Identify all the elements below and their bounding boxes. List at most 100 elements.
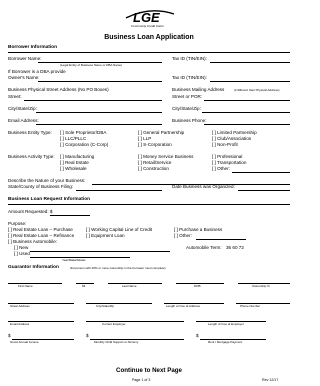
entity-option[interactable]: [ ] Non-Profit [212, 142, 238, 148]
purpose-option[interactable]: [ ] Real Estate Loan – Refinance [8, 233, 74, 239]
city-caption: City/State/Zip [96, 304, 115, 308]
page-number: Page 1 of 3 [132, 378, 151, 382]
city-state-zip-field[interactable] [36, 112, 162, 113]
purpose-option[interactable]: [ ] Real Estate Loan – Purchase [8, 227, 73, 233]
date-organized-field[interactable] [238, 190, 290, 191]
purpose-option[interactable]: [ ] Working Capital Line of Credit [86, 227, 152, 233]
auto-term-options[interactable]: 36 60 72 [226, 245, 244, 251]
entity-option[interactable]: [ ] S-Corporation [138, 142, 172, 148]
purpose-option[interactable]: [ ] Equipment Loan [86, 233, 125, 239]
amount-requested-label: Amount Requested: $ [8, 209, 53, 214]
lge-logo: LGE Community Credit Union [120, 8, 180, 30]
ownership-caption: Ownership % [252, 284, 270, 288]
first-name-field[interactable] [8, 283, 62, 284]
auto-used-option[interactable]: [ ] Used [14, 251, 30, 257]
mi-field[interactable] [76, 283, 94, 284]
divider [8, 52, 290, 53]
entity-option[interactable]: [ ] Sole Proprietor/DBA [60, 130, 106, 136]
mailing-city-state-zip-label: City/State/Zip: [172, 106, 201, 111]
street-field[interactable] [24, 100, 162, 101]
entity-option[interactable]: [ ] LLP [138, 136, 151, 142]
purpose-other-field[interactable] [196, 239, 246, 240]
logo-text: LGE [133, 10, 160, 25]
owners-name-label: Owner's Name: [8, 75, 40, 80]
tax-id-2-label: Tax ID (TIN/EIN): [172, 75, 207, 80]
rent-mortgage-caption: Rent / Mortgage Payment [208, 340, 243, 344]
mailing-address-label: Business Mailing Address [172, 87, 225, 92]
business-phone-field[interactable] [204, 124, 290, 125]
activity-type-label: Business Activity Type: [8, 154, 55, 159]
entity-option[interactable]: [ ] General Partnership [138, 130, 184, 136]
logo-tagline: Community Credit Union [131, 24, 164, 28]
guarantor-note: (list person with 20% or more ownership … [70, 266, 166, 270]
dollar-sign: $ [86, 333, 89, 338]
city-state-zip-label: City/State/Zip: [8, 106, 37, 111]
entity-type-label: Business Entity Type: [8, 130, 52, 135]
street-or-por-field[interactable] [204, 100, 290, 101]
section-borrower-header: Borrower Information [8, 45, 58, 50]
auto-term-label: Automobile Term: [186, 245, 222, 250]
borrower-name-label: Borrower Name: [8, 56, 42, 61]
first-name-caption: First Name [18, 284, 33, 288]
owners-name-field[interactable] [38, 81, 162, 82]
auto-new-field[interactable] [30, 251, 170, 252]
email-caption: Email Address [10, 322, 30, 326]
activity-option[interactable]: [ ] Other: [212, 166, 230, 172]
activity-option[interactable]: [ ] Wholesale [60, 166, 87, 172]
gross-income-caption: Gross Annual Income [10, 340, 39, 344]
email-field[interactable] [36, 124, 162, 125]
mi-caption: MI [82, 284, 86, 288]
mailing-note: (if different than Physical Address) [234, 88, 280, 92]
dob-caption: DOB [194, 284, 201, 288]
purpose-option[interactable]: [ ] Purchase a Business [174, 227, 222, 233]
dollar-sign: $ [196, 333, 199, 338]
purpose-label: Purpose: [8, 221, 27, 226]
business-phone-label: Business Phone: [172, 118, 207, 123]
dollar-sign: $ [8, 333, 11, 338]
street-label: Street: [8, 94, 22, 99]
auto-option[interactable]: [ ] Business Automobile: [8, 239, 57, 245]
email-label: Email Address: [8, 118, 39, 123]
activity-other-field[interactable] [232, 172, 290, 173]
state-filing-label: State/County of Business Filing: [8, 184, 74, 189]
last-name-caption: Last Name [122, 284, 137, 288]
entity-option[interactable]: [ ] Corporation (C-Corp) [60, 142, 108, 148]
entity-option[interactable]: [ ] LLC/PLLC [60, 136, 86, 142]
employer-caption: Current Employer [102, 322, 126, 326]
time-at-employer-caption: Length of time at Employer [208, 322, 244, 326]
amount-requested-field[interactable] [50, 215, 90, 216]
activity-option[interactable]: [ ] Manufacturing [60, 154, 94, 160]
activity-option[interactable]: [ ] Construction [138, 166, 169, 172]
purpose-option[interactable]: [ ] Other: [174, 233, 192, 239]
tax-id-2-field[interactable] [210, 81, 290, 82]
dba-note: If Borrower is a DBA provide [8, 69, 66, 74]
year-make-model-caption: Year/Make/Model [62, 258, 86, 262]
continue-note: Continue to Next Page [115, 367, 182, 374]
activity-option[interactable]: [ ] Real Estate [60, 160, 89, 166]
mailing-city-state-zip-field[interactable] [202, 112, 290, 113]
physical-address-label: Business Physical Street Address (No PO … [8, 87, 109, 92]
describe-business-label: Describe the Nature of your Business: [8, 178, 86, 183]
activity-option[interactable]: [ ] Professional [212, 154, 242, 160]
street-or-por-label: Street or POR: [172, 94, 203, 99]
time-at-address-caption: Length of time at Address [166, 304, 201, 308]
phone-number-caption: Phone Number [240, 304, 261, 308]
child-support-caption: Monthly Child Support or Alimony [94, 340, 139, 344]
street-address-caption: Street Address [10, 304, 30, 308]
auto-new-option[interactable]: [ ] New [14, 245, 28, 251]
loan-application-page: LGE Community Credit Union Business Loan… [0, 0, 298, 386]
entity-option[interactable]: [ ] Limited Partnership [212, 130, 257, 136]
legal-entity-note: (Legal Entity of Business Name or DBA Na… [60, 63, 123, 67]
activity-option[interactable]: [ ] Retail/Service [138, 160, 171, 166]
section-guarantor-header: Guarantor Information [8, 265, 59, 270]
employer-field[interactable] [86, 321, 184, 322]
entity-option[interactable]: [ ] Club/Association [212, 136, 251, 142]
tax-id-field[interactable] [210, 62, 290, 63]
state-filing-field[interactable] [76, 190, 162, 191]
activity-option[interactable]: [ ] Transportation [212, 160, 246, 166]
activity-option[interactable]: [ ] Money Service Business [138, 154, 193, 160]
revision: Rev 12/17 [262, 378, 279, 382]
divider [8, 204, 290, 205]
page-title: Business Loan Application [104, 34, 194, 41]
date-organized-label: Date Business was Organized: [172, 184, 235, 189]
